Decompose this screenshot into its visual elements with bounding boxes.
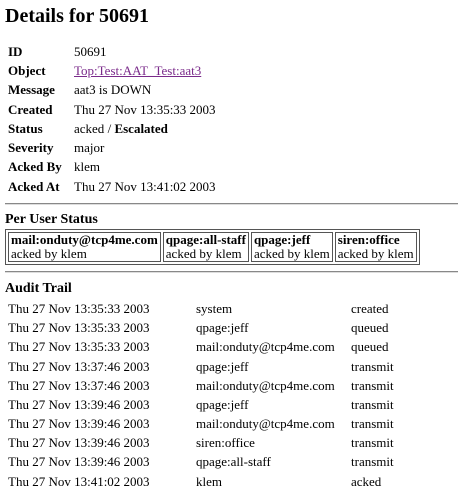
details-table: ID 50691 Object Top:Test:AAT_Test:aat3 M… (8, 42, 216, 196)
user-status-cell: qpage:jeff acked by klem (250, 232, 333, 263)
user-status-cell: mail:onduty@tcp4me.com acked by klem (8, 232, 161, 263)
detail-value-cell: acked / Escalated (74, 119, 216, 138)
per-user-status-row: mail:onduty@tcp4me.com acked by klem qpa… (8, 232, 417, 263)
user-status: acked by klem (253, 246, 330, 262)
user-status: acked by klem (165, 246, 242, 262)
detail-value: major (74, 140, 105, 156)
detail-label: Severity (8, 140, 54, 156)
detail-label: Acked By (8, 159, 62, 175)
audit-row: Thu 27 Nov 13:39:46 2003 qpage:all-staff t… (8, 453, 394, 472)
detail-value: klem (74, 159, 100, 175)
detail-row-created: Created Thu 27 Nov 13:35:33 2003 (8, 100, 216, 119)
detail-row-status: Status acked / Escalated (8, 119, 216, 138)
detail-row-message: Message aat3 is DOWN (8, 81, 216, 100)
detail-row-id: ID 50691 (8, 42, 216, 61)
audit-action: transmit (351, 377, 394, 393)
audit-who: mail:onduty@tcp4me.com (196, 339, 335, 355)
detail-label: Message (8, 82, 55, 98)
audit-who: siren:office (196, 435, 255, 451)
divider (5, 271, 458, 274)
detail-row-object: Object Top:Test:AAT_Test:aat3 (8, 61, 216, 80)
page-title: Details for 50691 (5, 5, 150, 27)
user-status: acked by klem (11, 246, 87, 262)
per-user-status-table: mail:onduty@tcp4me.com acked by klem qpa… (5, 229, 420, 266)
audit-who: qpage:all-staff (196, 454, 271, 470)
divider (5, 203, 458, 206)
audit-time: Thu 27 Nov 13:35:33 2003 (8, 300, 150, 316)
audit-row: Thu 27 Nov 13:37:46 2003 qpage:jeff transm… (8, 357, 394, 376)
per-user-status-heading: Per User Status (5, 212, 98, 228)
audit-row: Thu 27 Nov 13:39:46 2003 mail:onduty@tcp4… (8, 415, 394, 434)
status-value: acked (74, 120, 105, 136)
audit-who: qpage:jeff (196, 358, 249, 374)
audit-row: Thu 27 Nov 13:39:46 2003 qpage:jeff transm… (8, 395, 394, 414)
detail-value-cell: Top:Test:AAT_Test:aat3 (74, 61, 216, 80)
audit-action: transmit (351, 396, 394, 412)
audit-who: mail:onduty@tcp4me.com (196, 416, 335, 432)
detail-value: Thu 27 Nov 13:41:02 2003 (74, 178, 216, 194)
audit-action: acked (351, 473, 382, 489)
detail-row-severity: Severity major (8, 138, 216, 157)
audit-time: Thu 27 Nov 13:37:46 2003 (8, 377, 150, 393)
audit-row: Thu 27 Nov 13:37:46 2003 mail:onduty@tcp4… (8, 376, 394, 395)
detail-row-acked-by: Acked By klem (8, 158, 216, 177)
detail-value: aat3 is DOWN (74, 82, 152, 98)
details-page: Details for 50691 ID 50691 Object Top:Te… (0, 0, 463, 491)
user-name: qpage:all-staff (165, 232, 246, 248)
audit-row: Thu 27 Nov 13:35:33 2003 mail:onduty@tcp4… (8, 338, 394, 357)
audit-action: transmit (351, 416, 394, 432)
detail-value: 50691 (74, 43, 107, 59)
audit-who: qpage:jeff (196, 396, 249, 412)
audit-trail-heading: Audit Trail (5, 281, 72, 297)
audit-time: Thu 27 Nov 13:35:33 2003 (8, 320, 150, 336)
audit-who: system (196, 300, 233, 316)
audit-row: Thu 27 Nov 13:39:46 2003 siren:office tran… (8, 434, 394, 453)
audit-action: queued (351, 320, 389, 336)
detail-value: Thu 27 Nov 13:35:33 2003 (74, 101, 216, 117)
audit-time: Thu 27 Nov 13:37:46 2003 (8, 358, 150, 374)
audit-time: Thu 27 Nov 13:39:46 2003 (8, 435, 150, 451)
user-name: qpage:jeff (253, 232, 311, 248)
audit-action: transmit (351, 435, 394, 451)
audit-who: klem (196, 473, 222, 489)
detail-label: Acked At (8, 178, 60, 194)
audit-row: Thu 27 Nov 13:35:33 2003 system created (8, 299, 394, 318)
user-name: mail:onduty@tcp4me.com (11, 232, 158, 248)
audit-time: Thu 27 Nov 13:39:46 2003 (8, 454, 150, 470)
audit-action: queued (351, 339, 389, 355)
object-link[interactable]: Top:Test:AAT_Test:aat3 (74, 63, 201, 78)
detail-row-acked-at: Acked At Thu 27 Nov 13:41:02 2003 (8, 177, 216, 196)
user-status-cell: qpage:all-staff acked by klem (162, 232, 249, 263)
audit-time: Thu 27 Nov 13:39:46 2003 (8, 416, 150, 432)
audit-row: Thu 27 Nov 13:35:33 2003 qpage:jeff queued (8, 319, 394, 338)
audit-time: Thu 27 Nov 13:41:02 2003 (8, 473, 150, 489)
audit-row: Thu 27 Nov 13:41:02 2003 klem acked (8, 472, 394, 491)
audit-action: created (351, 300, 389, 316)
detail-label: Created (8, 101, 53, 117)
audit-who: mail:onduty@tcp4me.com (196, 377, 335, 393)
status-separator: / (104, 120, 115, 136)
user-status-cell: siren:office acked by klem (334, 232, 417, 263)
audit-time: Thu 27 Nov 13:39:46 2003 (8, 396, 150, 412)
detail-label: Object (8, 62, 46, 78)
user-status: acked by klem (337, 246, 414, 262)
detail-label: Status (8, 120, 43, 136)
audit-time: Thu 27 Nov 13:35:33 2003 (8, 339, 150, 355)
escalated-badge: Escalated (114, 120, 168, 136)
audit-who: qpage:jeff (196, 320, 249, 336)
audit-action: transmit (351, 358, 394, 374)
audit-trail-table: Thu 27 Nov 13:35:33 2003 system created Thu… (8, 299, 394, 491)
detail-label: ID (8, 43, 23, 59)
audit-action: transmit (351, 454, 394, 470)
user-name: siren:office (337, 232, 400, 248)
